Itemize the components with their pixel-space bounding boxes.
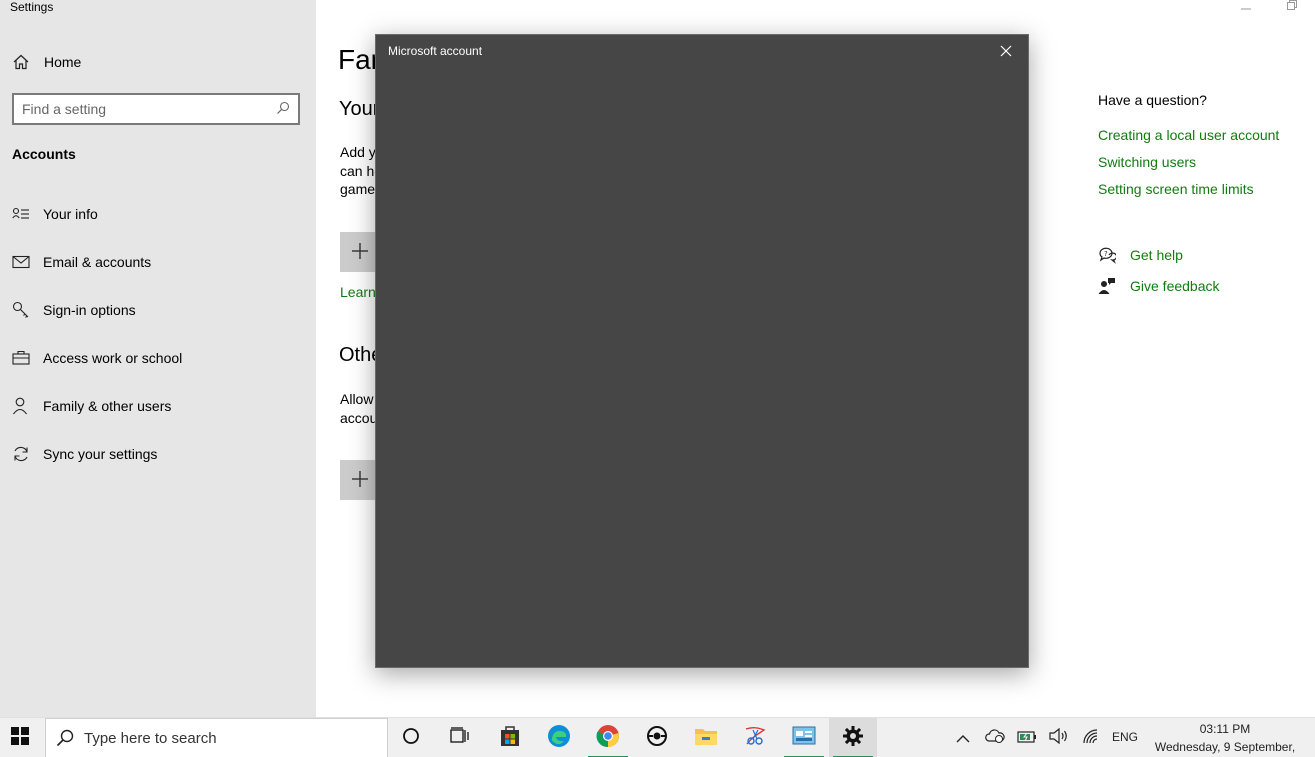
- give-feedback-label: Give feedback: [1130, 278, 1220, 294]
- sidebar-item-sign-in-options[interactable]: Sign-in options: [12, 298, 136, 322]
- sidebar-home[interactable]: Home: [12, 50, 81, 74]
- find-setting-input[interactable]: Find a setting: [12, 93, 300, 125]
- sidebar-item-label: Your info: [43, 206, 98, 222]
- taskbar-search-box[interactable]: Type here to search: [45, 718, 388, 757]
- app-circle-button[interactable]: [633, 718, 681, 757]
- briefcase-icon: [12, 350, 32, 366]
- chat-help-icon: ?: [1098, 246, 1118, 264]
- windows-logo-icon: [11, 727, 29, 749]
- microsoft-store-button[interactable]: [486, 718, 534, 757]
- sidebar-item-label: Family & other users: [43, 398, 172, 414]
- your-family-heading: Your: [339, 98, 380, 120]
- home-label: Home: [44, 54, 82, 70]
- control-panel-button[interactable]: [780, 718, 828, 757]
- gear-icon: [842, 725, 864, 751]
- svg-text:?: ?: [1104, 250, 1108, 258]
- battery-charging-icon: [1017, 729, 1037, 748]
- help-link-screen-time[interactable]: Setting screen time limits: [1098, 181, 1254, 197]
- show-hidden-icons-button[interactable]: [951, 726, 975, 750]
- get-help-link[interactable]: ? Get help: [1098, 246, 1183, 264]
- file-explorer-button[interactable]: [682, 718, 730, 757]
- help-link-local-account[interactable]: Creating a local user account: [1098, 127, 1279, 143]
- task-view-button[interactable]: [436, 718, 484, 757]
- get-help-label: Get help: [1130, 247, 1183, 263]
- eye-circle-icon: [646, 725, 668, 751]
- sidebar-item-label: Sync your settings: [43, 446, 158, 462]
- home-icon: [12, 53, 32, 71]
- volume-tray-button[interactable]: [1047, 726, 1071, 750]
- contact-card-icon: [12, 207, 32, 221]
- add-family-member-button[interactable]: [340, 232, 380, 272]
- accounts-section-title: Accounts: [12, 146, 76, 162]
- folder-icon: [694, 726, 718, 750]
- help-question-heading: Have a question?: [1098, 92, 1207, 108]
- plus-icon: [351, 237, 369, 267]
- sidebar-item-your-info[interactable]: Your info: [12, 202, 98, 226]
- onedrive-tray-button[interactable]: [983, 726, 1007, 750]
- sidebar-item-label: Sign-in options: [43, 302, 136, 318]
- plus-icon: [351, 465, 369, 495]
- give-feedback-link[interactable]: Give feedback: [1098, 277, 1220, 295]
- sidebar-item-label: Email & accounts: [43, 254, 152, 270]
- search-icon: [276, 101, 290, 118]
- search-placeholder: Find a setting: [22, 101, 107, 117]
- close-icon: [1000, 42, 1012, 61]
- dialog-title: Microsoft account: [388, 44, 483, 58]
- cortana-circle-icon: [402, 727, 420, 749]
- chevron-up-icon: [956, 729, 970, 748]
- minimize-icon: [1240, 0, 1252, 13]
- taskbar: Type here to search ENG 03:11 PM Wednesd…: [0, 717, 1315, 757]
- taskbar-clock[interactable]: 03:11 PM Wednesday, 9 September, 2020: [1140, 720, 1310, 757]
- battery-tray-button[interactable]: [1015, 726, 1039, 750]
- sidebar-item-email-accounts[interactable]: Email & accounts: [12, 250, 151, 274]
- settings-app-button[interactable]: [829, 718, 877, 757]
- help-link-switching-users[interactable]: Switching users: [1098, 154, 1196, 170]
- clock-date: Wednesday, 9 September, 2020: [1154, 740, 1296, 754]
- other-users-description: Allow accou: [340, 390, 377, 427]
- mail-icon: [12, 255, 32, 269]
- search-icon: [56, 729, 74, 747]
- sidebar-item-label: Access work or school: [43, 350, 183, 366]
- app-title: Settings: [10, 0, 54, 14]
- edge-browser-button[interactable]: [535, 718, 583, 757]
- key-icon: [12, 301, 32, 319]
- edge-icon: [547, 724, 571, 752]
- chrome-icon: [596, 724, 620, 752]
- sidebar-item-sync-settings[interactable]: Sync your settings: [12, 442, 157, 466]
- minimize-button[interactable]: [1240, 0, 1252, 12]
- restore-icon: [1287, 0, 1297, 13]
- description-line: Allow: [340, 391, 374, 407]
- task-view-icon: [450, 727, 470, 749]
- scissors-icon: [743, 724, 767, 752]
- add-other-user-button[interactable]: [340, 460, 380, 500]
- microsoft-account-dialog: Microsoft account: [375, 34, 1029, 668]
- clock-time: 03:11 PM: [1199, 722, 1251, 736]
- learn-more-link[interactable]: Learn: [340, 284, 376, 300]
- settings-window: Settings Home Find a setting Accounts Yo…: [0, 0, 1315, 757]
- input-language-indicator[interactable]: ENG: [1112, 730, 1138, 744]
- description-line: accou: [340, 409, 378, 426]
- chrome-browser-button[interactable]: [584, 718, 632, 757]
- sidebar-item-family-other-users[interactable]: Family & other users: [12, 394, 171, 418]
- sidebar-item-access-work[interactable]: Access work or school: [12, 346, 182, 370]
- sidebar: Settings Home Find a setting Accounts Yo…: [0, 0, 316, 717]
- sync-icon: [12, 445, 32, 463]
- cloud-sync-icon: [985, 728, 1005, 748]
- control-panel-icon: [792, 725, 816, 751]
- feedback-icon: [1098, 277, 1118, 295]
- taskbar-search-placeholder: Type here to search: [84, 729, 217, 747]
- start-button[interactable]: [0, 718, 40, 757]
- snipping-tool-button[interactable]: [731, 718, 779, 757]
- person-icon: [12, 397, 32, 415]
- store-bag-icon: [499, 725, 521, 751]
- restore-button[interactable]: [1287, 0, 1297, 12]
- cortana-button[interactable]: [387, 718, 435, 757]
- dialog-close-button[interactable]: [998, 43, 1014, 59]
- wifi-icon: [1082, 728, 1102, 748]
- speaker-icon: [1049, 727, 1069, 748]
- network-tray-button[interactable]: [1080, 726, 1104, 750]
